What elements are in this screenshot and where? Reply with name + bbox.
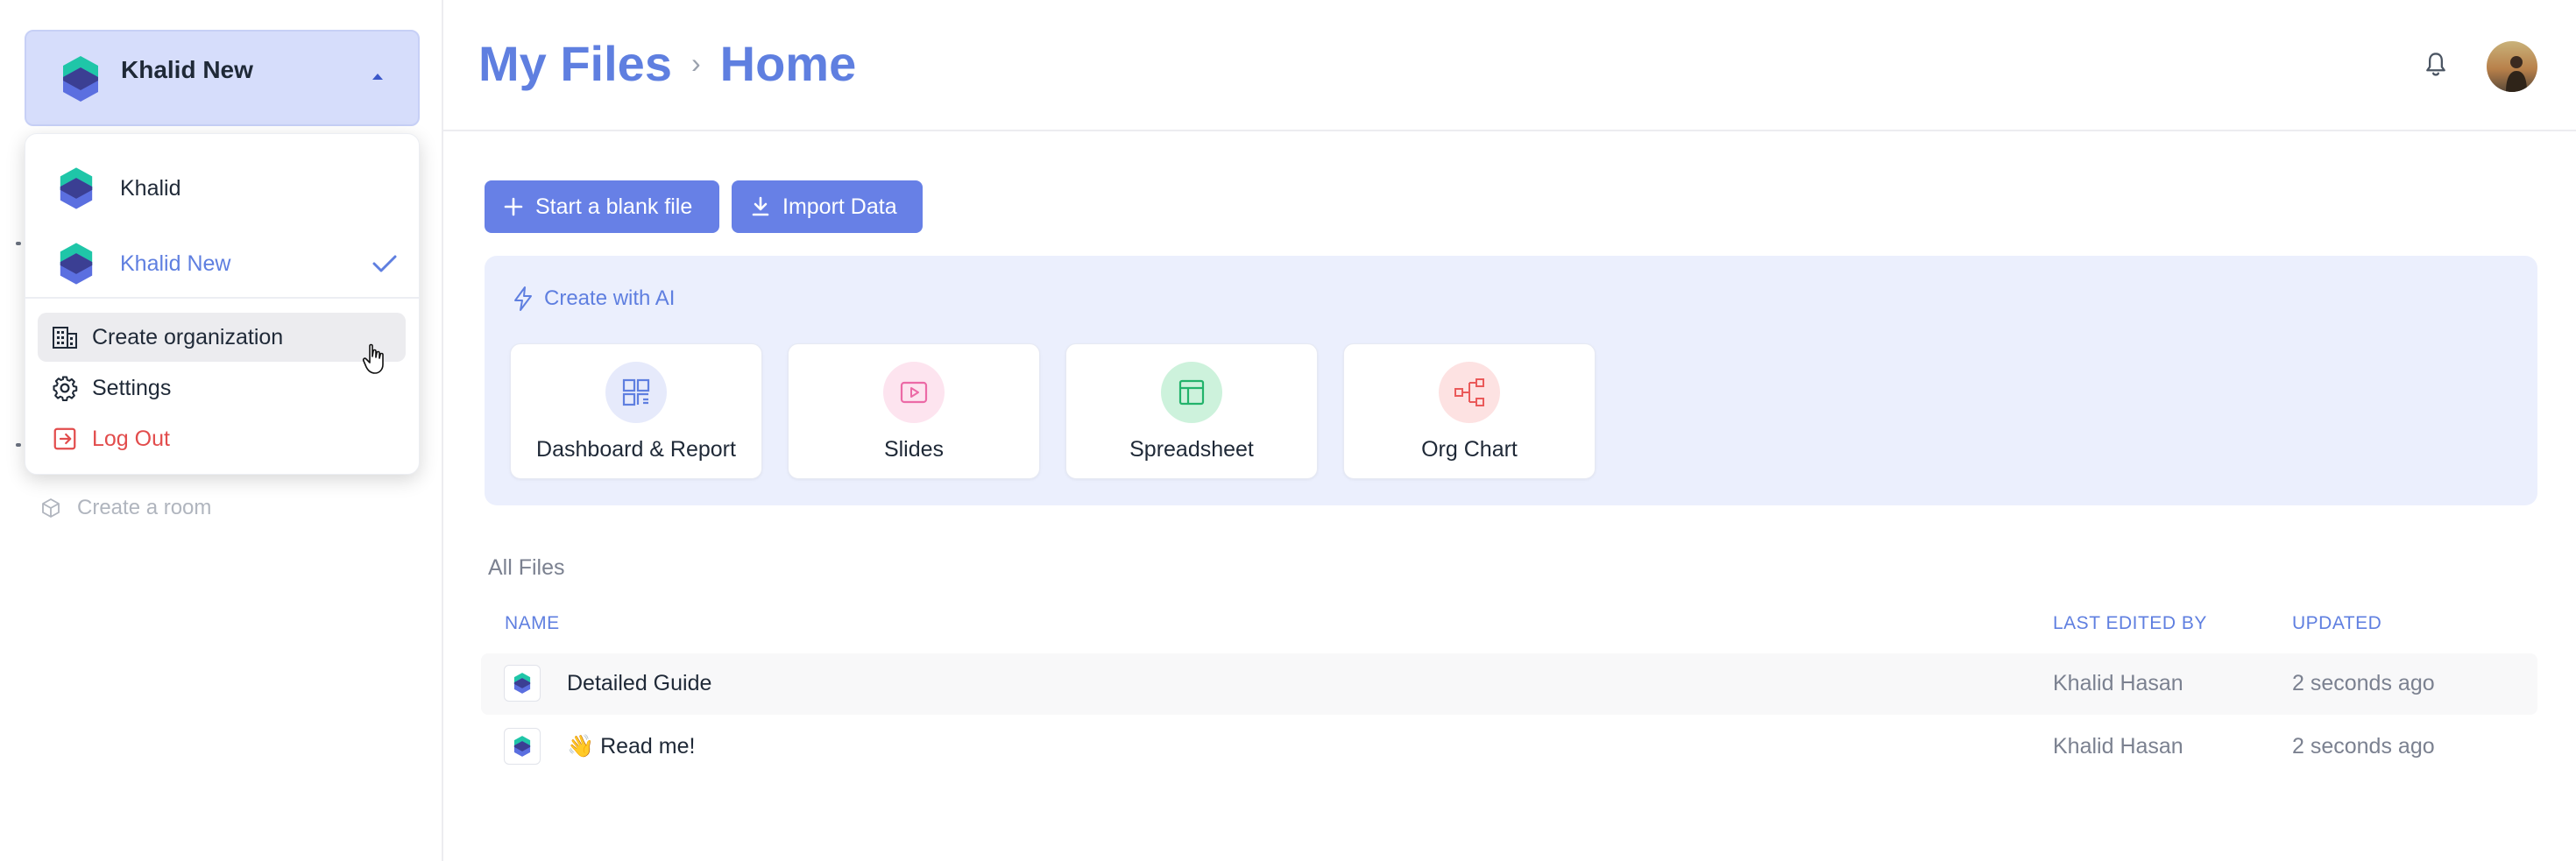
current-org-name: Khalid New: [121, 56, 253, 83]
ai-card-spreadsheet[interactable]: Spreadsheet: [1065, 343, 1318, 479]
column-header-updated[interactable]: UPDATED: [2292, 613, 2381, 634]
file-last-edited-by: Khalid Hasan: [2053, 734, 2183, 759]
create-organization-item[interactable]: Create organization: [38, 313, 406, 362]
create-room-button[interactable]: Create a room: [40, 496, 211, 520]
breadcrumb: My Files › Home: [478, 35, 856, 92]
menu-divider: [25, 297, 419, 299]
dashboard-icon: [605, 362, 667, 423]
hand-cursor-icon: [362, 343, 388, 379]
org-logo-icon: [59, 166, 94, 211]
cube-icon: [42, 498, 60, 518]
top-header: My Files › Home: [443, 0, 2576, 131]
org-option-khalid-new[interactable]: Khalid New: [25, 232, 419, 293]
gear-icon: [53, 376, 78, 401]
start-blank-file-label: Start a blank file: [535, 194, 693, 219]
column-header-name[interactable]: NAME: [505, 613, 560, 634]
file-logo-icon: [504, 665, 541, 702]
create-organization-label: Create organization: [92, 324, 284, 349]
ai-card-org-chart[interactable]: Org Chart: [1343, 343, 1596, 479]
create-with-ai-title: Create with AI: [544, 286, 676, 310]
spreadsheet-icon: [1161, 362, 1222, 423]
org-option-label: Khalid New: [120, 251, 231, 276]
org-logo-icon: [59, 241, 94, 286]
logout-icon: [53, 427, 76, 450]
ai-card-label: Dashboard & Report: [536, 437, 736, 462]
file-last-edited-by: Khalid Hasan: [2053, 671, 2183, 695]
ai-card-label: Spreadsheet: [1129, 437, 1254, 462]
ai-card-label: Org Chart: [1421, 437, 1518, 462]
download-icon: [752, 196, 769, 216]
breadcrumb-home: Home: [719, 36, 857, 91]
org-option-khalid[interactable]: Khalid: [25, 157, 419, 218]
create-room-label: Create a room: [77, 496, 212, 519]
slides-icon: [883, 362, 945, 423]
column-header-last-edited-by[interactable]: LAST EDITED BY: [2053, 613, 2207, 634]
file-name: Detailed Guide: [567, 671, 712, 695]
hidden-nav-marker: [16, 242, 21, 245]
file-updated: 2 seconds ago: [2292, 734, 2435, 759]
file-updated: 2 seconds ago: [2292, 671, 2435, 695]
start-blank-file-button[interactable]: Start a blank file: [485, 180, 719, 233]
file-name: 👋 Read me!: [567, 734, 696, 759]
breadcrumb-separator: ›: [690, 47, 701, 79]
lightning-icon: [514, 286, 532, 311]
breadcrumb-my-files[interactable]: My Files: [478, 35, 672, 92]
ai-card-label: Slides: [883, 437, 945, 462]
ai-card-slides[interactable]: Slides: [788, 343, 1040, 479]
org-logo-icon: [61, 54, 100, 103]
org-switcher-button[interactable]: Khalid New: [25, 30, 420, 126]
create-with-ai-panel: Create with AI Dashboard & Report Slides: [485, 256, 2537, 505]
org-option-label: Khalid: [120, 176, 181, 201]
import-data-button[interactable]: Import Data: [732, 180, 923, 233]
file-row-detailed-guide[interactable]: Detailed Guide Khalid Hasan 2 seconds ag…: [481, 653, 2537, 715]
settings-label: Settings: [92, 375, 172, 400]
org-chart-icon: [1439, 362, 1500, 423]
user-photo-icon: [2506, 56, 2527, 92]
file-row-read-me[interactable]: 👋 Read me! Khalid Hasan 2 seconds ago: [481, 716, 2537, 778]
import-data-label: Import Data: [782, 194, 897, 219]
checkmark-icon: [372, 253, 398, 279]
hidden-nav-marker: [16, 443, 21, 447]
user-avatar[interactable]: [2487, 41, 2537, 92]
file-logo-icon: [504, 728, 541, 765]
org-dropdown-menu: Khalid Khalid New Create organization Se…: [25, 133, 420, 475]
notifications-bell-icon[interactable]: [2424, 51, 2448, 83]
all-files-heading: All Files: [488, 555, 565, 580]
logout-item[interactable]: Log Out: [38, 414, 406, 463]
create-with-ai-heading: Create with AI: [513, 286, 675, 312]
building-icon: [53, 327, 77, 349]
settings-item[interactable]: Settings: [38, 363, 406, 413]
logout-label: Log Out: [92, 426, 170, 451]
plus-icon: [504, 197, 523, 216]
chevron-up-icon: [372, 74, 383, 80]
ai-card-dashboard-report[interactable]: Dashboard & Report: [510, 343, 762, 479]
